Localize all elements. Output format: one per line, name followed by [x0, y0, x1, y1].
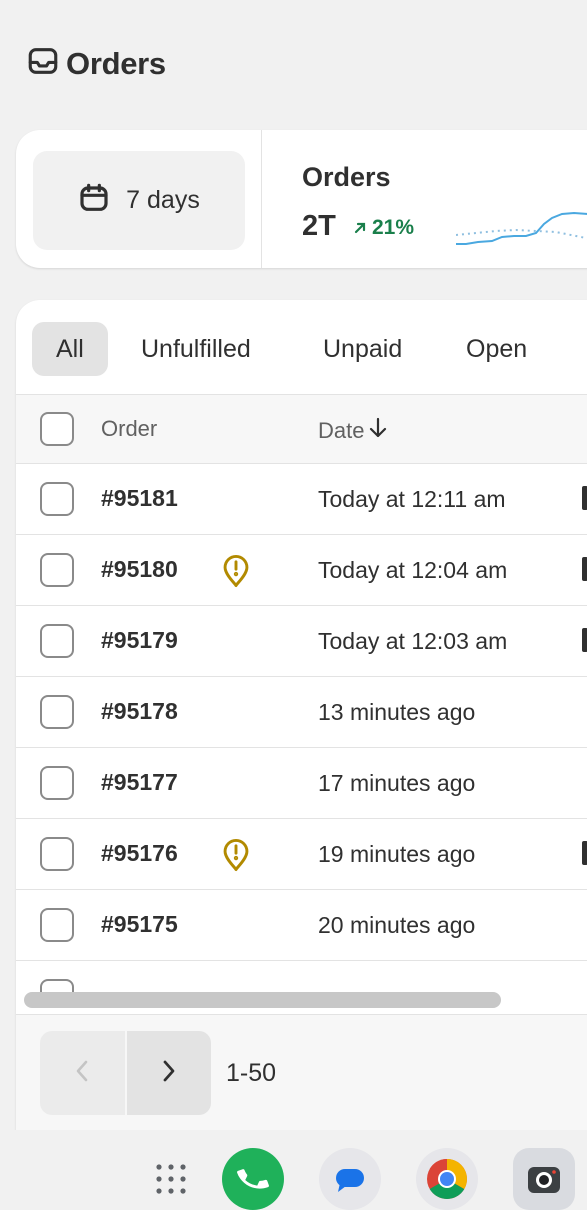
table-header: Order Date	[16, 395, 587, 464]
chrome-app-icon[interactable]	[416, 1148, 478, 1210]
camera-app-icon[interactable]	[513, 1148, 575, 1210]
orders-card: All Unfulfilled Unpaid Open Order Date #…	[16, 300, 587, 1130]
order-date: Today at 12:11 am	[318, 486, 506, 512]
metric-change: 21%	[354, 216, 414, 240]
phone-app-icon[interactable]	[222, 1148, 284, 1210]
tab-unfulfilled[interactable]: Unfulfilled	[141, 322, 251, 376]
orders-sparkline	[456, 211, 587, 245]
table-footer: 1-50	[16, 1014, 587, 1130]
tab-all[interactable]: All	[32, 322, 108, 376]
messages-app-icon[interactable]	[319, 1148, 381, 1210]
truncated-column-mark	[582, 628, 587, 652]
stats-divider	[261, 130, 262, 268]
column-order[interactable]: Order	[101, 416, 157, 442]
table-row[interactable]: #95175 20 minutes ago	[16, 890, 587, 961]
pagination	[40, 1031, 211, 1115]
order-number[interactable]: #95178	[101, 698, 178, 725]
table-row[interactable]: #95181 Today at 12:11 am	[16, 464, 587, 535]
column-date-label: Date	[318, 418, 365, 443]
order-number[interactable]: #95177	[101, 769, 178, 796]
order-number[interactable]: #95176	[101, 840, 178, 867]
order-date: Today at 12:03 am	[318, 628, 508, 654]
tab-open[interactable]: Open	[466, 322, 527, 376]
order-number[interactable]: #95180	[101, 556, 178, 583]
column-date[interactable]: Date	[318, 416, 388, 446]
row-checkbox[interactable]	[40, 624, 74, 658]
row-checkbox[interactable]	[40, 837, 74, 871]
row-checkbox[interactable]	[40, 695, 74, 729]
row-checkbox[interactable]	[40, 482, 74, 516]
row-checkbox[interactable]	[40, 766, 74, 800]
chevron-right-icon	[160, 1058, 178, 1089]
previous-page-button[interactable]	[40, 1031, 127, 1115]
trend-up-icon	[354, 216, 366, 240]
truncated-column-mark	[582, 557, 587, 581]
truncated-column-mark	[582, 841, 587, 865]
date-range-label: 7 days	[126, 186, 200, 214]
order-date: 20 minutes ago	[318, 912, 476, 938]
alert-icon	[221, 554, 251, 593]
order-date: 19 minutes ago	[318, 841, 476, 867]
order-date: 13 minutes ago	[318, 699, 476, 725]
order-number[interactable]: #95181	[101, 485, 178, 512]
order-number[interactable]: #95179	[101, 627, 178, 654]
table-row[interactable]: #95180 Today at 12:04 am	[16, 535, 587, 606]
row-checkbox[interactable]	[40, 908, 74, 942]
horizontal-scrollbar[interactable]	[24, 992, 501, 1008]
pagination-range: 1-50	[226, 1059, 277, 1087]
metric-title: Orders	[302, 162, 391, 192]
table-row[interactable]: #95176 19 minutes ago	[16, 819, 587, 890]
page-header: Orders	[26, 44, 166, 83]
next-page-button[interactable]	[126, 1031, 211, 1115]
order-date: Today at 12:04 am	[318, 557, 508, 583]
inbox-icon	[26, 44, 60, 83]
order-date: 17 minutes ago	[318, 770, 476, 796]
table-row[interactable]: #95179 Today at 12:03 am	[16, 606, 587, 677]
select-all-checkbox[interactable]	[40, 412, 74, 446]
stats-card: 7 days Orders 2T 21%	[16, 130, 587, 268]
app-drawer-icon[interactable]	[140, 1148, 202, 1210]
calendar-icon	[78, 182, 110, 219]
table-row[interactable]: #95178 13 minutes ago	[16, 677, 587, 748]
sort-down-icon	[368, 416, 388, 446]
tab-unpaid[interactable]: Unpaid	[323, 322, 402, 376]
order-number[interactable]: #95175	[101, 911, 178, 938]
system-dock	[0, 1130, 587, 1210]
chevron-left-icon	[73, 1058, 91, 1089]
order-tabs: All Unfulfilled Unpaid Open	[16, 300, 587, 395]
row-checkbox[interactable]	[40, 553, 74, 587]
metric-value: 2T	[302, 210, 336, 242]
page-title: Orders	[66, 45, 166, 81]
table-row[interactable]: #95177 17 minutes ago	[16, 748, 587, 819]
truncated-column-mark	[582, 486, 587, 510]
alert-icon	[221, 838, 251, 877]
date-range-button[interactable]: 7 days	[33, 151, 245, 250]
metric-change-value: 21%	[372, 216, 415, 239]
